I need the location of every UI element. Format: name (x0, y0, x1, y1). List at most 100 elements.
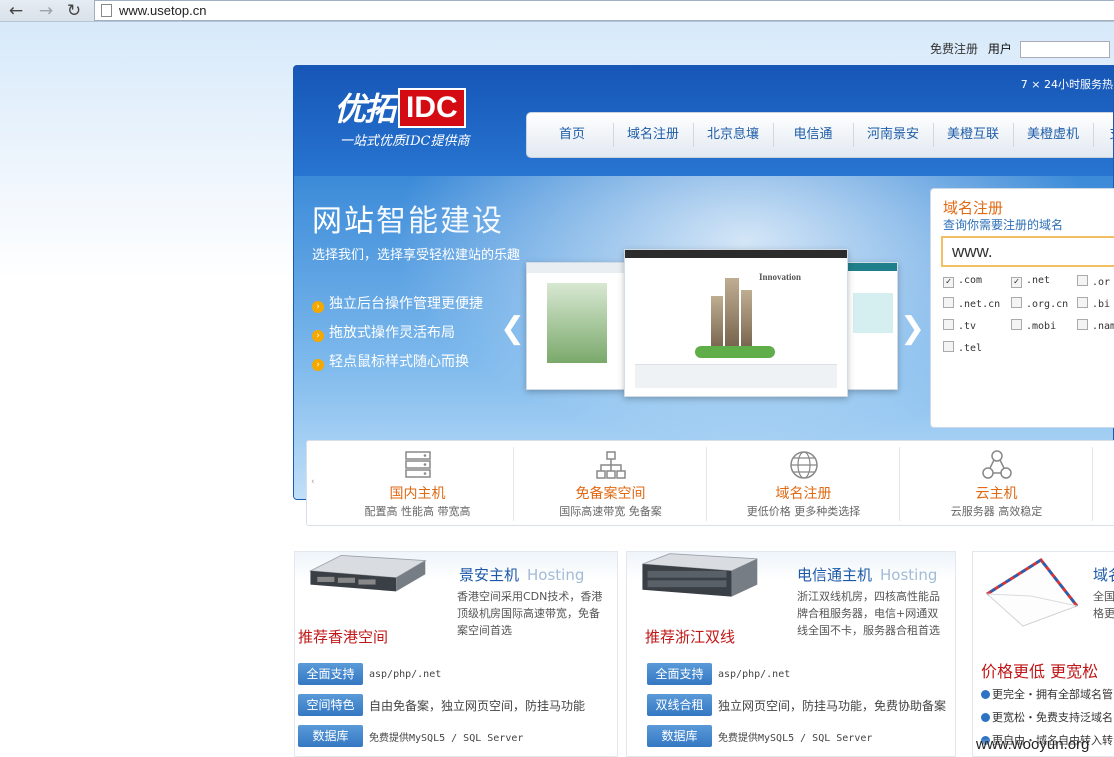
tld-checkbox[interactable]: .tv (943, 319, 976, 332)
network-icon (595, 451, 626, 479)
services-strip: ‹ 国内主机 配置高 性能高 带宽高 免备案空间 国际高速带宽 免备案 域名注册… (306, 440, 1114, 526)
template-preview-right[interactable] (846, 262, 898, 390)
domain-card-title: 域名 (1093, 566, 1114, 584)
strip-left-arrow-icon[interactable]: ‹ (311, 477, 315, 487)
browser-toolbar: ← → ↻ www.usetop.cn (0, 0, 1114, 22)
menu-item-meicheng[interactable]: 美橙互联 (933, 113, 1013, 157)
service-domestic-host[interactable]: 国内主机 配置高 性能高 带宽高 (321, 441, 514, 527)
checkbox-icon[interactable] (1011, 297, 1022, 308)
menu-item-domain[interactable]: 域名注册 (613, 113, 693, 157)
domain-input[interactable]: www. (941, 236, 1114, 267)
checkbox-icon[interactable] (1011, 319, 1022, 330)
preview-heading: Innovation (759, 272, 802, 282)
menu-item-beijing-xirang[interactable]: 北京息壤 (693, 113, 773, 157)
service-no-record-space[interactable]: 免备案空间 国际高速带宽 免备案 (514, 441, 707, 527)
tld-checkbox[interactable]: ✓ .net (1011, 275, 1050, 288)
service-domain-register[interactable]: 域名注册 更低价格 更多种类选择 (707, 441, 900, 527)
tld-checkbox[interactable]: .nam (1077, 319, 1114, 332)
template-preview-left[interactable] (526, 262, 626, 390)
back-arrow-icon[interactable]: ← (6, 1, 26, 21)
cloud-nodes-icon (981, 450, 1012, 479)
product-spec-row: 空间特色 自由免备案，独立网页空间，防挂马功能 (298, 694, 585, 716)
product-recommend[interactable]: 推荐浙江双线 (645, 626, 735, 647)
preview-image (853, 293, 893, 333)
product-spec-row: 全面支持 asp/php/.net (647, 663, 790, 685)
product-desc: 浙江双线机房，四核高性能品牌合租服务器，电信+网通双线全国不卡，服务器合租首选 (797, 590, 940, 637)
checkbox-icon[interactable] (1077, 275, 1088, 286)
logo-tagline: 一站式优质IDC提供商 (340, 134, 470, 149)
spec-button[interactable]: 空间特色 (298, 694, 363, 716)
menu-item-meicheng-vhost[interactable]: 美橙虚机 (1013, 113, 1093, 157)
feature-item: › 轻点鼠标样式随心而换 (312, 351, 469, 371)
product-title: 电信通主机 Hosting (797, 566, 938, 584)
product-spec-row: 数据库 免费提供MySQL5 / SQL Server (298, 725, 523, 747)
service-name: 云主机 (975, 486, 1018, 502)
register-link[interactable]: 免费注册 (930, 42, 978, 56)
logo-cn: 优拓 (334, 90, 396, 128)
rack-server-icon (642, 553, 758, 597)
tld-checkbox[interactable]: .or (1077, 275, 1110, 288)
checkbox-icon[interactable] (1077, 297, 1088, 308)
menu-item-home[interactable]: 首页 (527, 113, 617, 157)
tld-checkbox[interactable]: .org.cn (1011, 297, 1068, 310)
product-card-jingan: 景安主机 Hosting 香港空间采用CDN技术，香港顶级机房国际高速带宽，免备案… (294, 551, 618, 757)
checkbox-icon[interactable] (1077, 319, 1088, 330)
arrow-bullet-icon: › (312, 330, 324, 342)
product-title: 景安主机 Hosting (459, 566, 585, 584)
checkbox-icon[interactable] (943, 319, 954, 330)
spec-button[interactable]: 双线合租 (647, 694, 712, 716)
preview-building (725, 278, 739, 356)
domain-card-item[interactable]: 更宽松・免费支持泛域名 (981, 709, 1113, 725)
forward-arrow-icon[interactable]: → (36, 1, 56, 21)
service-desc: 配置高 性能高 带宽高 (364, 505, 471, 518)
service-desc: 国际高速带宽 免备案 (559, 505, 662, 518)
tld-checkbox[interactable]: ✓ .com (943, 275, 982, 288)
product-spec-row: 全面支持 asp/php/.net (298, 663, 441, 685)
product-spec-row: 数据库 免费提供MySQL5 / SQL Server (647, 725, 872, 747)
globe-icon (789, 451, 818, 479)
domain-card-price: 价格更低 更宽松 (981, 662, 1099, 681)
menu-item-more[interactable]: 支 (1101, 113, 1113, 157)
service-desc: 云服务器 高效稳定 (950, 505, 1043, 518)
watermark: www.wooyun.org (976, 736, 1090, 753)
product-card-dianxintong: 电信通主机 Hosting 浙江双线机房，四核高性能品牌合租服务器，电信+网通双线… (626, 551, 956, 757)
envelope-icon (986, 558, 1079, 627)
rack-server-icon (308, 554, 427, 592)
address-bar[interactable]: www.usetop.cn (94, 0, 1114, 21)
arrow-bullet-icon: › (312, 359, 324, 371)
main-menu: 首页 域名注册 北京息壤 电信通 河南景安 美橙互联 美橙虚机 支 (526, 112, 1113, 158)
arrow-bullet-icon: › (312, 301, 324, 313)
tld-checkbox[interactable]: .net.cn (943, 297, 1000, 310)
tld-checkbox[interactable]: .bi (1077, 297, 1110, 310)
service-cloud-host[interactable]: 云主机 云服务器 高效稳定 (900, 441, 1093, 527)
tld-checkbox[interactable]: .mobi (1011, 319, 1056, 332)
menu-divider (1093, 123, 1094, 147)
carousel-prev-icon[interactable]: ❮ (500, 311, 525, 346)
product-recommend[interactable]: 推荐香港空间 (298, 626, 388, 647)
service-name: 国内主机 (389, 486, 446, 502)
spec-button[interactable]: 全面支持 (298, 663, 363, 685)
preview-image (547, 283, 607, 363)
menu-item-dianxintong[interactable]: 电信通 (773, 113, 853, 157)
menu-item-henan-jingan[interactable]: 河南景安 (853, 113, 933, 157)
spec-button[interactable]: 数据库 (647, 725, 712, 747)
product-desc: 香港空间采用CDN技术，香港顶级机房国际高速带宽，免备案空间首选 (457, 590, 603, 637)
username-input[interactable] (1019, 41, 1110, 58)
reload-icon[interactable]: ↻ (64, 1, 84, 21)
checkbox-icon[interactable] (943, 341, 954, 352)
checkbox-checked-icon[interactable]: ✓ (943, 277, 954, 288)
domain-card-desc: 全国 格更 (1093, 590, 1114, 620)
tld-checkbox[interactable]: .tel (943, 341, 982, 354)
logo-idc: IDC (398, 88, 466, 128)
logo[interactable]: 优拓 IDC 一站式优质IDC提供商 (334, 84, 470, 149)
domain-box-hint: 查询你需要注册的域名 (943, 218, 1064, 232)
hotline-text: 7 × 24小时服务热 (1020, 78, 1113, 91)
checkbox-icon[interactable] (943, 297, 954, 308)
carousel-next-icon[interactable]: ❯ (900, 311, 925, 346)
template-preview-center[interactable]: Innovation (624, 249, 848, 397)
checkbox-checked-icon[interactable]: ✓ (1011, 277, 1022, 288)
domain-product-card: 域名 全国格更 价格更低 更宽松 更完全・拥有全部域名管 更宽松・免费支持泛域名… (972, 551, 1114, 757)
spec-button[interactable]: 数据库 (298, 725, 363, 747)
spec-button[interactable]: 全面支持 (647, 663, 712, 685)
domain-card-item[interactable]: 更完全・拥有全部域名管 (981, 686, 1113, 702)
